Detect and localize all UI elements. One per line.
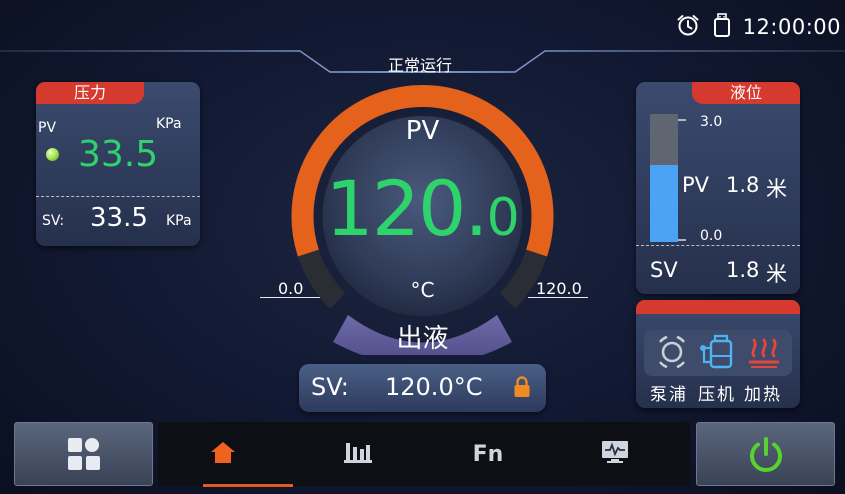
setpoint-button[interactable]: SV: 120.0°C (299, 364, 546, 412)
lock-icon[interactable] (513, 375, 531, 403)
gauge-scale-max-line (528, 297, 588, 298)
level-sv-unit: 米 (766, 262, 787, 286)
tab-trend[interactable] (293, 422, 423, 486)
level-max-tick: 3.0 (700, 114, 723, 130)
pressure-divider (36, 196, 200, 197)
run-mode-label: 正常运行 (387, 56, 452, 75)
tab-home[interactable] (158, 422, 293, 487)
setpoint-label: SV: (311, 373, 349, 401)
pressure-pv-value: 33.5 (78, 134, 159, 175)
level-tag: 液位 (692, 82, 800, 104)
pressure-status-dot (46, 148, 59, 161)
clock: 12:00:00 (742, 15, 841, 39)
home-icon (210, 440, 236, 468)
level-sv-label: SV (650, 258, 678, 282)
pressure-tag: 压力 (36, 82, 144, 104)
pressure-pv-label: PV (38, 120, 57, 136)
gauge-unit: °C (410, 278, 435, 302)
tab-home-active-indicator (203, 484, 293, 487)
level-card[interactable]: 液位 3.0 0.0 PV 1.8 米 SV 1.8 米 (636, 82, 800, 294)
gauge-scale-min-line (260, 297, 320, 298)
gauge-pv-value: 120.0 (290, 164, 555, 253)
monitor-icon (600, 439, 630, 469)
power-button[interactable] (696, 422, 835, 486)
pressure-unit: KPa (156, 116, 182, 132)
mode-banner: 正常运行 (0, 38, 845, 78)
compressor-icon[interactable] (699, 332, 739, 376)
gauge-pv-decimal: 0 (486, 188, 520, 248)
level-bar-track (650, 114, 678, 242)
pressure-sv-unit: KPa (166, 213, 192, 229)
tab-monitor[interactable] (550, 422, 680, 486)
level-min-tick: 0.0 (700, 228, 723, 244)
hmi-screen: 12:00:00 正常运行 压力 PV KPa 33.5 SV: 33.5 KP… (0, 0, 845, 494)
bar-chart-icon (344, 440, 372, 468)
level-pv-unit: 米 (766, 177, 787, 201)
tab-bar: Fn (158, 422, 690, 487)
gauge-scale-max: 120.0 (536, 279, 582, 298)
heater-icon[interactable] (744, 332, 784, 376)
level-sv-value[interactable]: 1.8 (726, 258, 759, 282)
gauge-mode-text: 出液 (396, 324, 449, 354)
setpoint-value: 120.0°C (385, 373, 483, 401)
gauge-pv-label: PV (405, 116, 440, 146)
level-divider (636, 245, 800, 246)
temperature-gauge[interactable]: PV 120.0 °C 出液 (290, 80, 555, 355)
devices-strip (636, 300, 800, 314)
pressure-card[interactable]: 压力 PV KPa 33.5 SV: 33.5 KPa (36, 82, 200, 246)
gauge-scale-min: 0.0 (278, 279, 304, 298)
level-pv-value: 1.8 (726, 173, 760, 197)
menu-button[interactable] (14, 422, 153, 486)
device-label-pump: 泵浦 (650, 385, 688, 405)
grid-menu-icon (67, 437, 101, 475)
device-label-heater: 加热 (744, 385, 782, 405)
bottom-nav: Fn (0, 420, 845, 494)
level-bar-fill (650, 165, 678, 242)
power-icon (746, 435, 786, 479)
pump-icon[interactable] (652, 332, 692, 376)
pressure-sv-value[interactable]: 33.5 (90, 203, 148, 233)
gauge-pv-integer: 120. (325, 164, 488, 253)
device-label-compressor: 压机 (698, 385, 736, 405)
tab-fn[interactable]: Fn (423, 422, 553, 486)
function-icon: Fn (472, 441, 504, 467)
pressure-sv-label: SV: (42, 213, 65, 229)
devices-card: 泵浦 压机 加热 (636, 300, 800, 408)
level-pv-label: PV (682, 173, 710, 197)
